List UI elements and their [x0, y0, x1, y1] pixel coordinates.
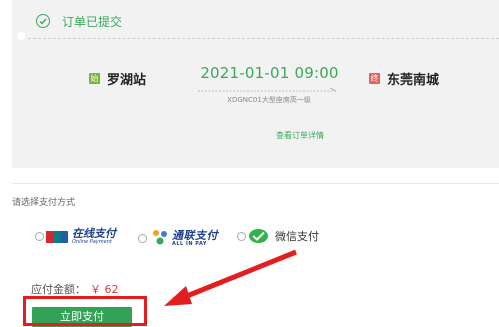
order-status: 订单已提交 [36, 11, 122, 31]
allinpay-logo: 通联支付 ALL IN PAY [150, 228, 218, 248]
dashed-divider [28, 38, 499, 39]
amount-value: ￥ 62 [90, 283, 119, 296]
train-info: XDGNC01大型座席高一级 [227, 96, 311, 104]
section-divider [12, 183, 499, 184]
departure-station: 始 罗湖站 [89, 69, 146, 88]
annotation-highlight-box [23, 296, 147, 326]
departure-badge: 始 [89, 73, 100, 84]
allinpay-label: 通联支付 [172, 228, 218, 242]
order-summary-panel: 订单已提交 始 罗湖站 2021-01-01 09:00 XDGNC01大型座席… [12, 0, 499, 168]
amount-label: 应付金额： [31, 283, 86, 296]
view-order-detail-link[interactable]: 查看订单详情 [276, 130, 324, 141]
wechat-pay-label: 微信支付 [275, 230, 319, 243]
order-status-text: 订单已提交 [62, 14, 123, 29]
check-icon [36, 14, 50, 28]
unionpay-icon [46, 230, 68, 243]
unionpay-label: 在线支付 [72, 227, 116, 240]
route-arrow-icon [198, 87, 337, 92]
amount-due: 应付金额： ￥ 62 [31, 281, 119, 297]
panel-notch [17, 32, 25, 40]
payment-option-unionpay[interactable]: 在线支付 Online Payment [35, 228, 116, 245]
allinpay-icon [153, 230, 167, 245]
payment-option-allinpay[interactable]: 通联支付 ALL IN PAY [138, 228, 218, 248]
arrival-station: 终 东莞南城 [369, 69, 439, 88]
payment-option-wechat[interactable]: 微信支付 [237, 228, 319, 244]
radio-wechat[interactable] [237, 231, 246, 241]
arrival-station-name: 东莞南城 [387, 73, 440, 88]
arrival-badge: 终 [369, 73, 380, 84]
unionpay-logo: 在线支付 Online Payment [46, 228, 116, 245]
allinpay-sub-label: ALL IN PAY [172, 240, 207, 247]
payment-section-title: 请选择支付方式 [12, 198, 76, 208]
radio-allinpay[interactable] [138, 233, 147, 243]
radio-unionpay[interactable] [35, 232, 44, 241]
departure-datetime: 2021-01-01 09:00 [200, 64, 339, 82]
wechat-pay-icon [249, 229, 268, 243]
departure-station-name: 罗湖站 [107, 73, 147, 88]
unionpay-sub-label: Online Payment [72, 239, 112, 245]
annotation-arrow-icon [164, 249, 297, 306]
